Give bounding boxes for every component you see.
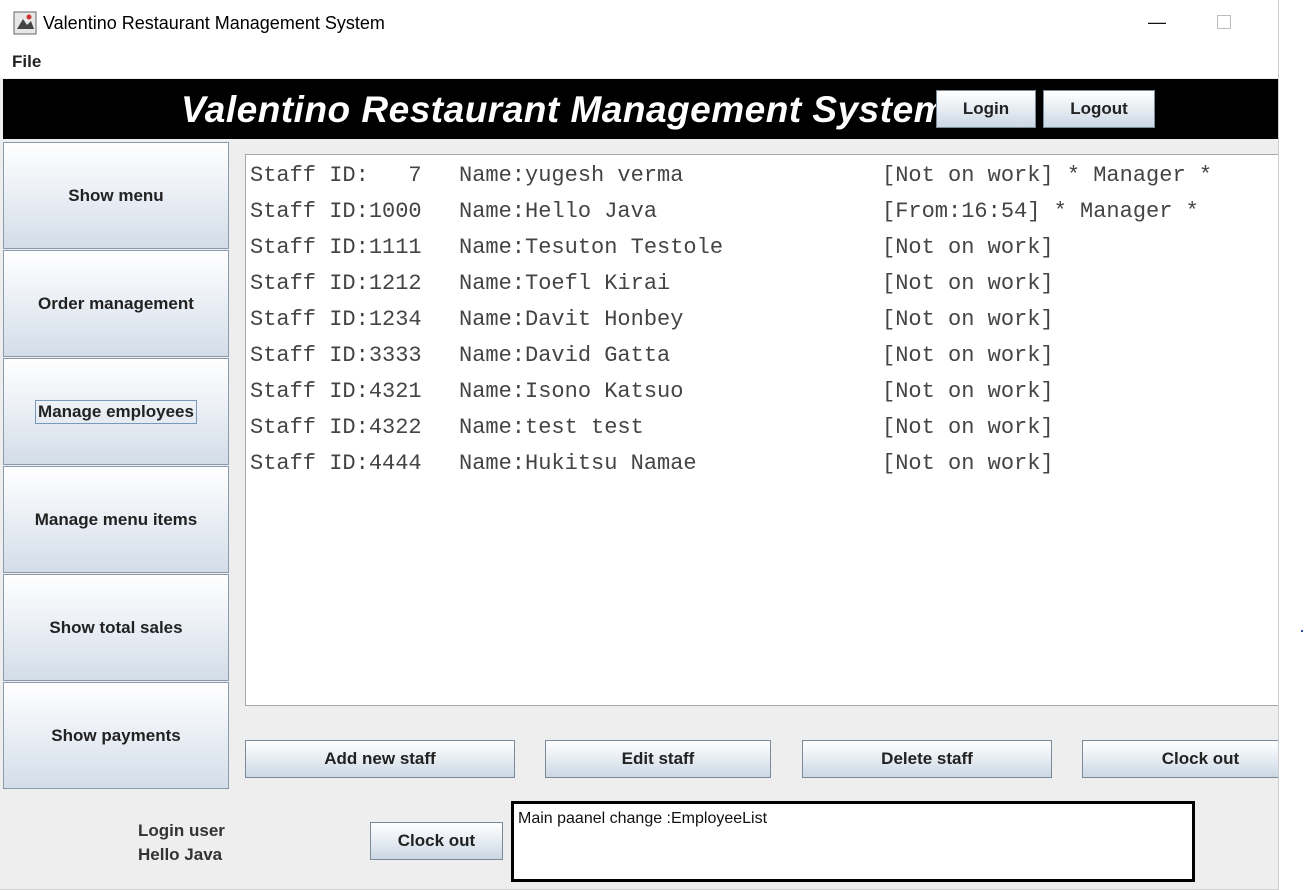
staff-status: [From:16:54] * Manager *: [882, 199, 1199, 224]
maximize-button[interactable]: [1217, 15, 1231, 29]
staff-status: [Not on work]: [882, 271, 1054, 296]
delete-staff-button[interactable]: Delete staff: [802, 740, 1052, 778]
sidebar-item-label: Manage menu items: [34, 509, 198, 529]
window-title: Valentino Restaurant Management System: [43, 13, 385, 33]
list-item[interactable]: Staff ID:1111 Name:Tesuton Testole [Not …: [250, 235, 1054, 269]
login-user-name: Hello Java: [138, 845, 223, 864]
staff-id: Staff ID:1234: [250, 307, 422, 332]
app-window: Valentino Restaurant Management System —…: [0, 0, 1279, 890]
desktop-dot: [1301, 630, 1303, 632]
list-item[interactable]: Staff ID:4321 Name:Isono Katsuo [Not on …: [250, 379, 1054, 413]
staff-id: Staff ID:1212: [250, 271, 422, 296]
title-bar: Valentino Restaurant Management System —: [0, 0, 1278, 45]
list-item[interactable]: Staff ID:4322 Name:test test [Not on wor…: [250, 415, 1054, 449]
list-item[interactable]: Staff ID: 7 Name:yugesh verma [Not on wo…: [250, 163, 1212, 197]
java-app-icon: [13, 11, 37, 35]
staff-id: Staff ID:3333: [250, 343, 422, 368]
sidebar-item-manage-employees[interactable]: Manage employees: [3, 358, 229, 465]
sidebar-item-label: Show menu: [68, 185, 164, 205]
staff-name: Name:Hukitsu Namae: [459, 451, 697, 476]
list-item[interactable]: Staff ID:1212 Name:Toefl Kirai [Not on w…: [250, 271, 1054, 305]
menu-file[interactable]: File: [12, 52, 41, 72]
edit-staff-button[interactable]: Edit staff: [545, 740, 771, 778]
staff-list[interactable]: Staff ID: 7 Name:yugesh verma [Not on wo…: [245, 154, 1278, 706]
sidebar-item-show-total-sales[interactable]: Show total sales: [3, 574, 229, 681]
staff-name: Name:Hello Java: [459, 199, 658, 224]
clock-out-staff-button[interactable]: Clock out: [1082, 740, 1278, 778]
list-item[interactable]: Staff ID:1000 Name:Hello Java [From:16:5…: [250, 199, 1199, 233]
add-staff-button[interactable]: Add new staff: [245, 740, 515, 778]
staff-status: [Not on work] * Manager *: [882, 163, 1213, 188]
list-item[interactable]: Staff ID:4444 Name:Hukitsu Namae [Not on…: [250, 451, 1054, 485]
status-message: Main paanel change :EmployeeList: [518, 810, 768, 827]
staff-name: Name:David Gatta: [459, 343, 671, 368]
staff-name: Name:test test: [459, 415, 644, 440]
sidebar-item-order-management[interactable]: Order management: [3, 250, 229, 357]
list-item[interactable]: Staff ID:1234 Name:Davit Honbey [Not on …: [250, 307, 1054, 341]
sidebar-item-manage-menu-items[interactable]: Manage menu items: [3, 466, 229, 573]
staff-name: Name:Toefl Kirai: [459, 271, 671, 296]
status-message-box: Main paanel change :EmployeeList: [511, 801, 1195, 882]
sidebar-item-label: Show payments: [51, 725, 181, 745]
staff-status: [Not on work]: [882, 379, 1054, 404]
list-item[interactable]: Staff ID:3333 Name:David Gatta [Not on w…: [250, 343, 1054, 377]
staff-id: Staff ID:1000: [250, 199, 422, 224]
banner-title: Valentino Restaurant Management System: [181, 89, 948, 130]
staff-status: [Not on work]: [882, 307, 1054, 332]
staff-id: Staff ID:1111: [250, 235, 422, 260]
staff-name: Name:yugesh verma: [459, 163, 684, 188]
staff-status: [Not on work]: [882, 451, 1054, 476]
staff-status: [Not on work]: [882, 415, 1054, 440]
menu-bar: File: [0, 45, 1278, 78]
staff-id: Staff ID:4322: [250, 415, 422, 440]
staff-id: Staff ID:4444: [250, 451, 422, 476]
clock-out-button[interactable]: Clock out: [370, 822, 503, 860]
staff-id: Staff ID:4321: [250, 379, 422, 404]
sidebar-item-show-menu[interactable]: Show menu: [3, 142, 229, 249]
logout-button[interactable]: Logout: [1043, 90, 1155, 128]
staff-id: Staff ID: 7: [250, 163, 422, 188]
sidebar-item-label: Show total sales: [49, 617, 183, 637]
staff-name: Name:Isono Katsuo: [459, 379, 684, 404]
staff-status: [Not on work]: [882, 343, 1054, 368]
staff-name: Name:Davit Honbey: [459, 307, 684, 332]
sidebar-item-label: Order management: [38, 293, 194, 313]
sidebar-item-label: Manage employees: [35, 399, 197, 424]
header-banner: Valentino Restaurant Management System L…: [3, 79, 1278, 139]
login-user-label: Login user: [138, 821, 225, 840]
staff-name: Name:Tesuton Testole: [459, 235, 724, 260]
minimize-button[interactable]: —: [1147, 12, 1167, 32]
login-button[interactable]: Login: [936, 90, 1036, 128]
sidebar-item-show-payments[interactable]: Show payments: [3, 682, 229, 789]
staff-status: [Not on work]: [882, 235, 1054, 260]
